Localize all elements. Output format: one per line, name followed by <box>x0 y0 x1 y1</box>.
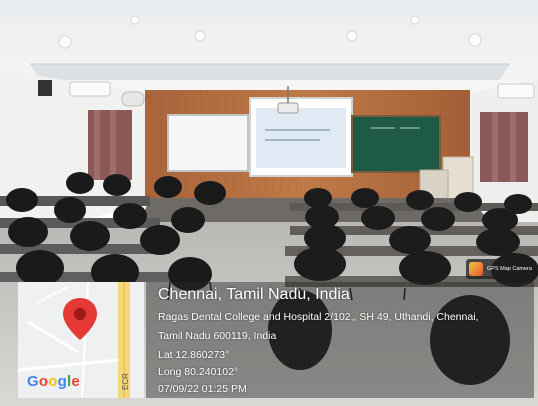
ceiling-light <box>468 33 482 47</box>
gps-badge-label: GPS Map Camera <box>487 266 532 272</box>
gps-map-camera-badge: GPS Map Camera <box>466 259 532 279</box>
google-logo: Google <box>27 373 80 390</box>
ceiling-light <box>58 35 72 49</box>
air-conditioner <box>69 81 111 97</box>
longitude: Long 80.240102° <box>158 366 239 378</box>
google-logo-letter: G <box>27 373 39 390</box>
road-label: ECR <box>121 373 130 390</box>
map-thumbnail: ECR Google <box>18 282 144 398</box>
air-conditioner <box>497 83 535 99</box>
latitude: Lat 12.860273° <box>158 349 230 361</box>
address-line-2: Tamil Nadu 600119, India <box>158 330 277 342</box>
datetime: 07/09/22 01:25 PM <box>158 383 247 395</box>
geotagged-photo: GPS Map Camera ECR Google Chennai, Tamil… <box>0 0 538 406</box>
ceiling-light <box>410 15 420 25</box>
projected-slide <box>256 108 346 168</box>
ceiling-light <box>130 15 140 25</box>
city-line: Chennai, Tamil Nadu, India <box>158 286 350 303</box>
whiteboard <box>167 114 249 172</box>
google-logo-letter: o <box>48 373 58 390</box>
address-line-1: Ragas Dental College and Hospital 2/102,… <box>158 311 479 323</box>
ceiling-light <box>194 30 206 42</box>
google-logo-letter: o <box>38 373 49 390</box>
location-overlay: Chennai, Tamil Nadu, India Ragas Dental … <box>146 282 534 398</box>
ceiling-light <box>346 30 358 42</box>
speaker <box>38 80 52 96</box>
google-logo-letter: g <box>57 373 67 390</box>
projector <box>277 102 299 114</box>
chalkboard <box>351 115 441 173</box>
wall-fan <box>121 91 145 107</box>
ceiling-beam <box>30 64 510 80</box>
google-logo-letter: e <box>71 373 80 390</box>
right-curtain <box>480 112 528 182</box>
gps-camera-logo-icon <box>469 262 483 276</box>
